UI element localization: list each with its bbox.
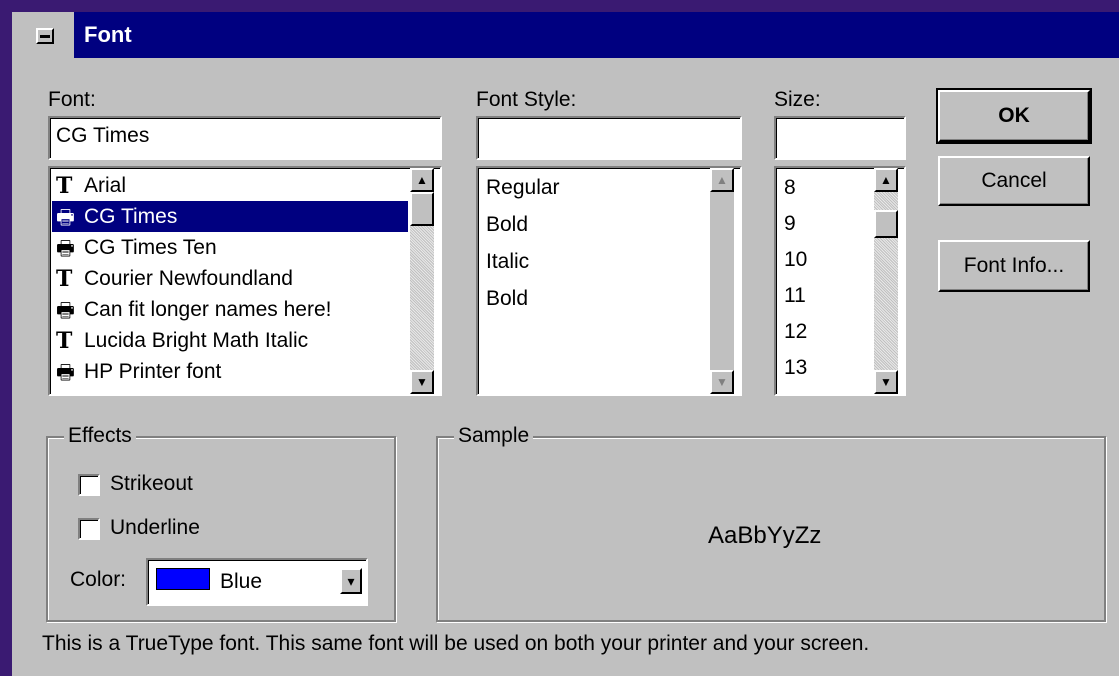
strikeout-checkbox[interactable] [78,474,100,496]
font-name-input[interactable]: CG Times [48,116,442,160]
font-scroll-up-button[interactable]: ▲ [410,168,434,192]
font-list-item-label: Can fit longer names here! [84,298,332,321]
font-list-item[interactable]: T Courier Newfoundland [52,263,408,294]
font-list-item-label: HP Printer font [84,360,222,383]
printer-font-icon: 🖶 [56,360,75,384]
size-list-item[interactable]: 13 [784,352,807,383]
size-list-item[interactable]: 11 [784,280,806,311]
font-scroll-thumb[interactable] [410,192,434,226]
system-menu-icon[interactable] [36,28,54,44]
printer-font-icon: 🖶 [56,205,75,229]
size-label: Size: [774,88,821,111]
cancel-button[interactable]: Cancel [938,156,1090,206]
ok-button[interactable]: OK [936,88,1092,144]
font-list-item[interactable]: T Arial [52,170,408,201]
chevron-down-icon[interactable]: ▾ [340,568,362,594]
size-list-scrollbar[interactable]: ▲ ▼ [874,168,898,394]
printer-font-icon: 🖶 [56,236,75,260]
font-scroll-down-button[interactable]: ▼ [410,370,434,394]
font-list-item-label: CG Times [84,205,178,228]
font-style-input[interactable] [476,116,742,160]
underline-checkbox[interactable] [78,518,100,540]
printer-font-icon: 🖶 [56,298,75,322]
font-list-item-label: CG Times Ten [84,236,217,259]
size-scroll-up-button[interactable]: ▲ [874,168,898,192]
dialog-title: Font [84,22,132,47]
font-list-item[interactable]: 🖶 CG Times [52,201,408,232]
font-style-list-item[interactable]: Bold [486,283,528,314]
color-swatch [156,568,210,590]
font-dialog: Font Font: CG Times T Arial 🖶 CG Times 🖶 CG T… [12,12,1119,676]
font-description-text: This is a TrueType font. This same font … [42,632,870,655]
font-style-list[interactable]: Regular Bold Italic Bold ▲ ▼ [476,166,742,396]
font-style-scroll-up-button: ▲ [710,168,734,192]
size-input[interactable] [774,116,906,160]
font-name-value: CG Times [56,124,150,147]
underline-label: Underline [110,516,200,539]
size-list-item[interactable]: 9 [784,208,796,239]
font-style-list-item[interactable]: Bold [486,209,528,240]
color-value: Blue [220,570,263,593]
title-bar[interactable]: Font [12,12,1119,58]
font-list-item[interactable]: 🖶 HP Printer font [52,356,408,387]
font-list-item[interactable]: 🖶 CG Times Ten [52,232,408,263]
size-scroll-down-button[interactable]: ▼ [874,370,898,394]
font-list-item[interactable]: T Lucida Bright Math Italic [52,325,408,356]
font-list-item[interactable]: 🖶 Can fit longer names here! [52,294,408,325]
font-style-scrollbar: ▲ ▼ [710,168,734,394]
sample-legend: Sample [454,424,534,448]
font-style-list-item[interactable]: Regular [486,172,560,203]
effects-legend: Effects [64,424,136,448]
font-style-label: Font Style: [476,88,577,111]
color-label: Color: [70,568,127,591]
color-select[interactable]: Blue ▾ [146,558,368,606]
font-style-list-item[interactable]: Italic [486,246,529,277]
truetype-font-icon: T [56,266,73,292]
font-style-scroll-down-button: ▼ [710,370,734,394]
font-list-item-label: Lucida Bright Math Italic [84,329,309,352]
font-list-item-label: Arial [84,174,127,197]
truetype-font-icon: T [56,328,73,354]
font-info-button[interactable]: Font Info... [938,240,1090,292]
effects-group: Effects Strikeout Underline Color: Blue … [46,424,396,622]
size-list-item[interactable]: 8 [784,172,796,203]
system-menu-area [12,12,74,58]
font-list[interactable]: T Arial 🖶 CG Times 🖶 CG Times Ten T Courier New… [48,166,442,396]
size-list-item[interactable]: 10 [784,244,807,275]
font-list-item-label: Courier Newfoundland [84,267,293,290]
size-list-item[interactable]: 12 [784,316,807,347]
font-list-scrollbar[interactable]: ▲ ▼ [410,168,434,394]
size-list[interactable]: 8 9 10 11 12 13 ▲ ▼ [774,166,906,396]
sample-group: Sample AaBbYyZz [436,424,1106,622]
size-scroll-thumb[interactable] [874,210,898,238]
truetype-font-icon: T [56,173,73,199]
sample-text: AaBbYyZz [708,522,822,549]
font-label: Font: [48,88,96,111]
strikeout-label: Strikeout [110,472,193,495]
